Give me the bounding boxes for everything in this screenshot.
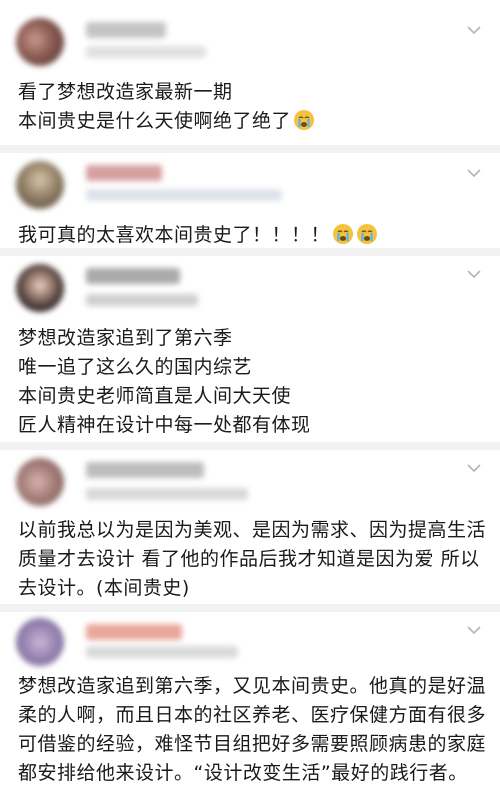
username-blurred[interactable] <box>86 22 166 38</box>
comment-line: 去设计。(本间贵史) <box>18 577 190 599</box>
username-blurred[interactable] <box>86 268 180 284</box>
chevron-down-icon[interactable] <box>466 624 482 636</box>
comment-card: 看了梦想改造家最新一期 本间贵史是什么天使啊绝了绝了 <box>0 0 500 145</box>
timestamp-blurred <box>86 189 282 201</box>
chevron-down-icon[interactable] <box>466 462 482 474</box>
comment-line: 梦想改造家追到第六季，又见本间贵史。他真的是好温 <box>18 675 487 697</box>
chevron-down-icon[interactable] <box>466 268 482 280</box>
timestamp-blurred <box>86 488 248 500</box>
comment-line: 质量才去设计 看了他的作品后我才知道是因为爱 所以 <box>18 548 480 570</box>
crying-face-icon <box>294 110 315 130</box>
avatar[interactable] <box>16 458 64 506</box>
chevron-down-icon[interactable] <box>466 24 482 36</box>
comment-line: 柔的人啊，而且日本的社区养老、医疗保健方面有很多 <box>18 704 487 726</box>
avatar[interactable] <box>16 161 64 209</box>
timestamp-blurred <box>86 294 198 306</box>
comment-text: 梦想改造家追到第六季，又见本间贵史。他真的是好温 柔的人啊，而且日本的社区养老、… <box>18 672 486 788</box>
username-blurred[interactable] <box>86 165 162 181</box>
comment-line: 可借鉴的经验，难怪节目组把好多需要照顾病患的家庭 <box>18 733 487 755</box>
chevron-down-icon[interactable] <box>466 167 482 179</box>
comment-line: 都安排给他来设计。“设计改变生活”最好的践行者。 <box>18 762 468 784</box>
comment-card: 我可真的太喜欢本间贵史了！！！！ <box>0 145 500 248</box>
comment-line: 匠人精神在设计中每一处都有体现 <box>18 414 311 436</box>
comment-card: 以前我总以为是因为美观、是因为需求、因为提高生活 质量才去设计 看了他的作品后我… <box>0 442 500 604</box>
comment-line: 本间贵史老师简直是人间大天使 <box>18 385 292 407</box>
comment-card: 梦想改造家追到第六季，又见本间贵史。他真的是好温 柔的人啊，而且日本的社区养老、… <box>0 604 500 784</box>
avatar[interactable] <box>16 264 64 312</box>
crying-face-icon <box>333 224 354 244</box>
comment-line: 本间贵史是什么天使啊绝了绝了 <box>18 107 486 136</box>
comment-card: 梦想改造家追到了第六季 唯一追了这么久的国内综艺 本间贵史老师简直是人间大天使 … <box>0 248 500 442</box>
crying-face-icon <box>357 224 378 244</box>
username-blurred[interactable] <box>86 462 204 478</box>
comment-line: 我可真的太喜欢本间贵史了！！！！ <box>18 221 486 250</box>
comment-text: 看了梦想改造家最新一期 本间贵史是什么天使啊绝了绝了 <box>18 78 486 136</box>
timestamp-blurred <box>86 646 238 658</box>
username-blurred[interactable] <box>86 624 182 640</box>
comment-text: 以前我总以为是因为美观、是因为需求、因为提高生活 质量才去设计 看了他的作品后我… <box>18 516 486 603</box>
comment-text: 我可真的太喜欢本间贵史了！！！！ <box>18 221 486 250</box>
avatar[interactable] <box>16 618 64 666</box>
comment-line: 梦想改造家追到了第六季 <box>18 327 233 349</box>
comment-text: 梦想改造家追到了第六季 唯一追了这么久的国内综艺 本间贵史老师简直是人间大天使 … <box>18 324 486 440</box>
comment-line: 以前我总以为是因为美观、是因为需求、因为提高生活 <box>18 519 487 541</box>
comment-line: 看了梦想改造家最新一期 <box>18 81 233 103</box>
comment-line: 唯一追了这么久的国内综艺 <box>18 356 253 378</box>
timestamp-blurred <box>86 46 206 58</box>
avatar[interactable] <box>16 18 64 66</box>
